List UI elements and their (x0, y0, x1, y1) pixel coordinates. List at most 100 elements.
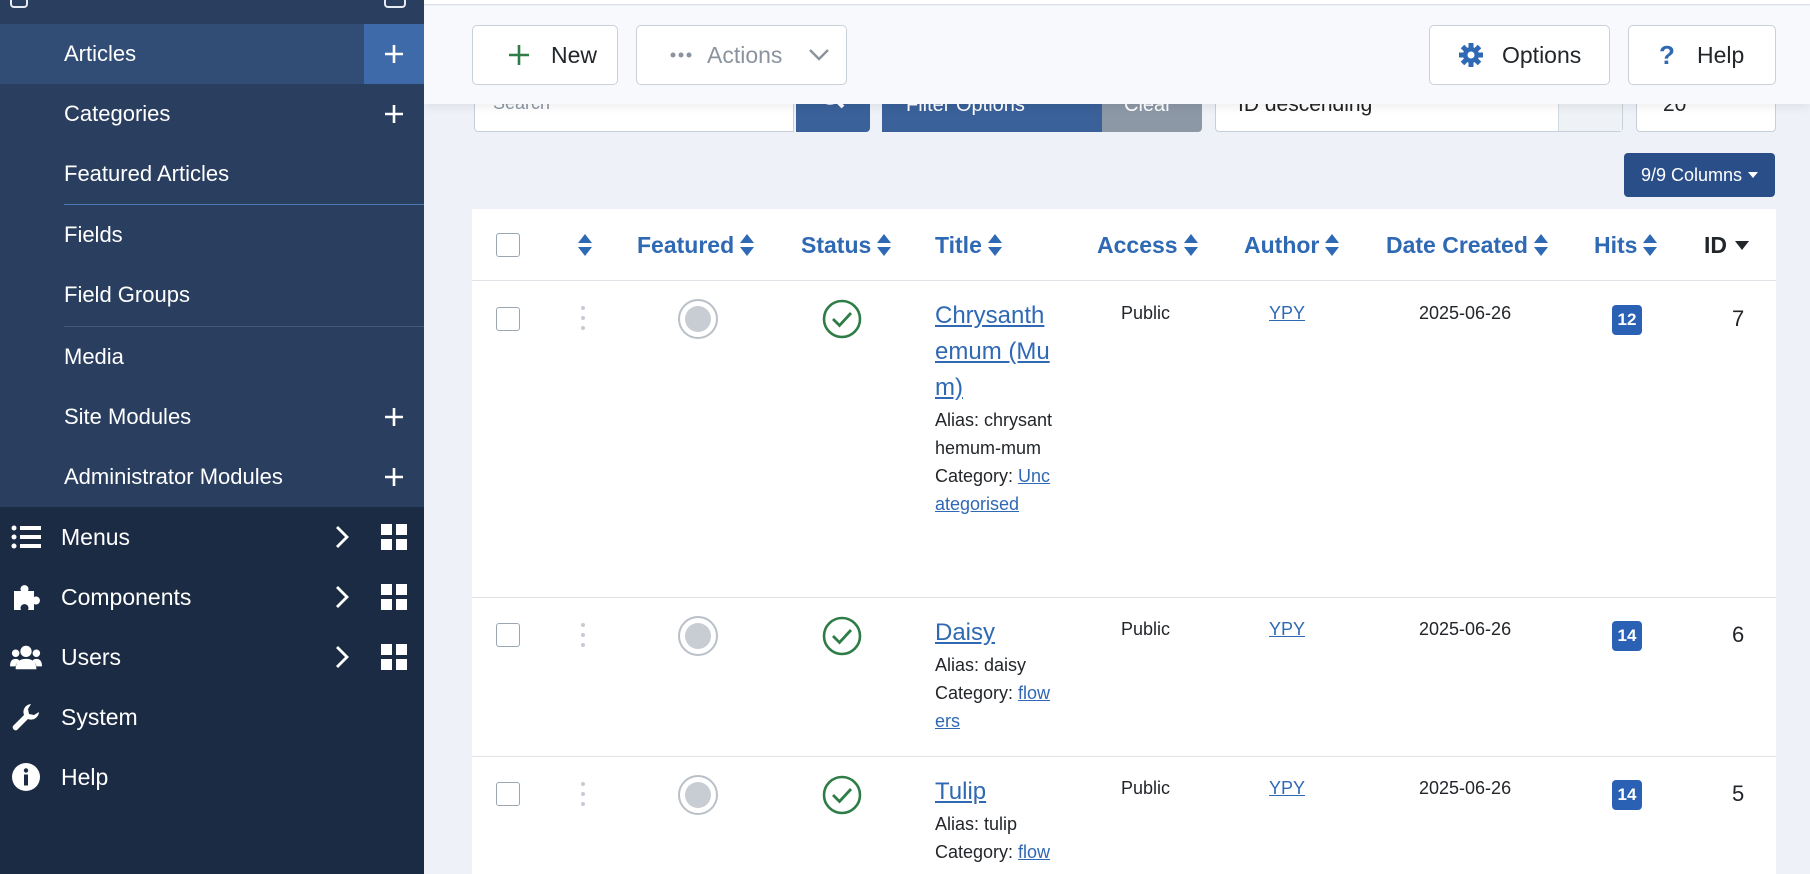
hits-badge: 14 (1612, 621, 1642, 651)
table-row: Daisy Alias: daisy Category: flowers Pub… (472, 598, 1776, 757)
table-header: Featured Status Title Access Author Date… (472, 209, 1776, 281)
sidebar-item-administrator-modules[interactable]: Administrator Modules (0, 447, 424, 507)
author-link[interactable]: YPY (1269, 303, 1305, 324)
sidebar-item-components[interactable]: Components (0, 567, 424, 627)
add-article-icon[interactable] (364, 24, 424, 84)
help-button[interactable]: ? Help (1628, 25, 1776, 85)
sidebar-item-system[interactable]: System (0, 687, 424, 747)
sidebar-item-label: Help (61, 763, 109, 790)
table-row: Chrysanthemum (Mum) Alias: chrysanthemum… (472, 281, 1776, 598)
article-alias: Alias: chrysanthemum-mum (935, 410, 1053, 458)
article-category: Category: flowers (935, 679, 1053, 735)
date-header-label: Date Created (1386, 231, 1528, 258)
sort-icon (1183, 234, 1198, 256)
sidebar-item-label: Users (61, 643, 122, 670)
sidebar-item-label: Administrator Modules (64, 464, 283, 489)
toolbar: New Actions Options ? Help (424, 6, 1810, 104)
status-header-label: Status (801, 231, 872, 258)
date-created: 2025-06-26 (1419, 303, 1512, 323)
row-checkbox[interactable] (496, 307, 520, 331)
wrench-icon (10, 701, 42, 733)
title-header[interactable]: Title (935, 209, 1002, 281)
id-header[interactable]: ID (1704, 209, 1749, 281)
chevron-right-icon[interactable] (330, 581, 354, 613)
title-cell: Tulip Alias: tulip Category: flowers (935, 774, 1053, 874)
published-check-icon[interactable] (822, 616, 862, 656)
add-category-icon[interactable] (364, 84, 424, 144)
sort-icon (877, 234, 892, 256)
drag-handle-icon[interactable] (580, 623, 586, 647)
published-check-icon[interactable] (822, 299, 862, 339)
sidebar-item-label: Categories (64, 101, 171, 126)
options-label: Options (1502, 41, 1582, 68)
sidebar-item-label: Field Groups (64, 282, 190, 307)
sidebar-item-label: Fields (64, 222, 123, 247)
unfeatured-icon[interactable] (678, 775, 718, 815)
access-header-label: Access (1097, 231, 1178, 258)
access-header[interactable]: Access (1097, 209, 1198, 281)
dashboard-grid-icon[interactable] (380, 523, 408, 551)
featured-header[interactable]: Featured (637, 209, 755, 281)
unfeatured-icon[interactable] (678, 616, 718, 656)
drag-handle-icon[interactable] (580, 782, 586, 806)
drag-handle-icon[interactable] (580, 306, 586, 330)
chevron-right-icon[interactable] (330, 521, 354, 553)
articles-table: Featured Status Title Access Author Date… (472, 209, 1776, 874)
hits-badge: 14 (1612, 780, 1642, 810)
sidebar-item-site-modules[interactable]: Site Modules (0, 387, 424, 447)
row-checkbox[interactable] (496, 782, 520, 806)
sidebar-item-menus[interactable]: Menus (0, 507, 424, 567)
sidebar-item-media[interactable]: Media (0, 327, 424, 387)
actions-button[interactable]: Actions (636, 25, 847, 85)
author-link[interactable]: YPY (1269, 619, 1305, 640)
ordering-header[interactable] (572, 209, 592, 281)
scroll-cutoff-grid-icon (384, 0, 406, 8)
sidebar-item-users[interactable]: Users (0, 627, 424, 687)
new-button[interactable]: New (472, 25, 618, 85)
sidebar-item-label: Articles (64, 41, 137, 66)
sidebar-item-fields[interactable]: Fields (0, 205, 424, 265)
article-id: 7 (1732, 306, 1745, 331)
options-button[interactable]: Options (1429, 25, 1610, 85)
date-created: 2025-06-26 (1419, 619, 1512, 639)
published-check-icon[interactable] (822, 775, 862, 815)
author-header[interactable]: Author (1244, 209, 1340, 281)
article-title-link[interactable]: Daisy (935, 615, 1053, 651)
dashboard-grid-icon[interactable] (380, 643, 408, 671)
sort-desc-icon (1735, 240, 1749, 250)
sidebar-item-categories[interactable]: Categories (0, 84, 424, 144)
chevron-right-icon[interactable] (330, 641, 354, 673)
date-created-header[interactable]: Date Created (1386, 209, 1548, 281)
plus-icon (495, 44, 543, 66)
title-cell: Chrysanthemum (Mum) Alias: chrysanthemum… (935, 298, 1053, 518)
sidebar-item-help[interactable]: Help (0, 747, 424, 807)
sort-icon (1643, 234, 1658, 256)
chevron-down-icon (808, 48, 830, 62)
add-site-module-icon[interactable] (364, 387, 424, 447)
sidebar-item-label: Menus (61, 523, 131, 550)
hits-header[interactable]: Hits (1594, 209, 1658, 281)
sidebar: Articles Categories Featured Articles Fi… (0, 0, 424, 874)
access-level: Public (1121, 619, 1171, 639)
help-label: Help (1697, 41, 1745, 68)
article-category: Category: Uncategorised (935, 462, 1053, 518)
sidebar-item-articles[interactable]: Articles (0, 24, 424, 84)
sidebar-item-field-groups[interactable]: Field Groups (0, 265, 424, 325)
id-header-label: ID (1704, 231, 1727, 258)
select-all-checkbox[interactable] (496, 233, 520, 257)
article-title-link[interactable]: Tulip (935, 774, 1053, 810)
unfeatured-icon[interactable] (678, 299, 718, 339)
author-link[interactable]: YPY (1269, 778, 1305, 799)
dashboard-grid-icon[interactable] (380, 583, 408, 611)
article-id: 5 (1732, 781, 1745, 806)
sidebar-item-featured-articles[interactable]: Featured Articles (0, 144, 424, 204)
hits-badge: 12 (1612, 305, 1642, 335)
status-header[interactable]: Status (801, 209, 892, 281)
row-checkbox[interactable] (496, 623, 520, 647)
columns-label: 9/9 Columns (1640, 164, 1743, 185)
article-title-link[interactable]: Chrysanthemum (Mum) (935, 298, 1053, 406)
sort-icon (578, 234, 592, 256)
access-level: Public (1121, 778, 1171, 798)
add-admin-module-icon[interactable] (364, 447, 424, 507)
columns-button[interactable]: 9/9 Columns (1624, 153, 1775, 197)
